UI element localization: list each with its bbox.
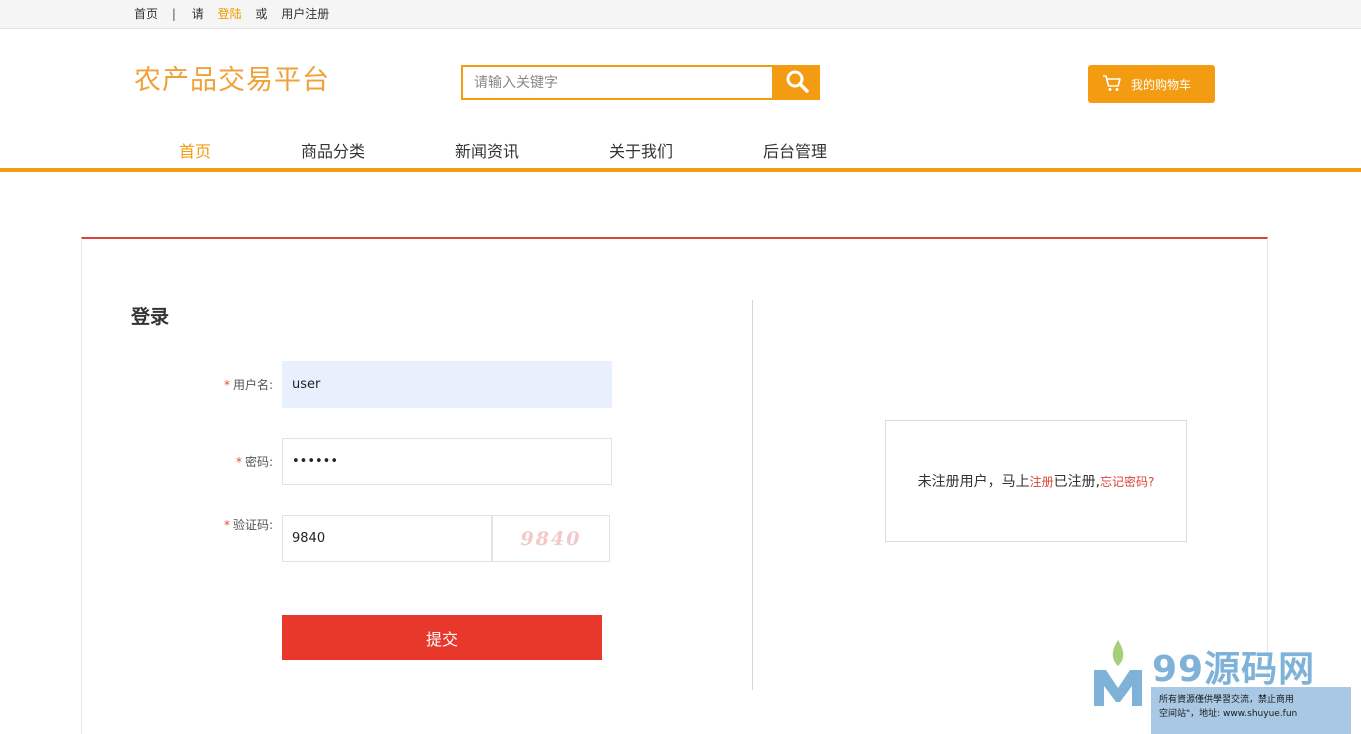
cart-button[interactable]: 我的购物车: [1088, 65, 1215, 103]
required-mark: *: [224, 518, 230, 532]
nav-item-about[interactable]: 关于我们: [609, 138, 673, 162]
nav-item-news[interactable]: 新闻资讯: [455, 138, 519, 162]
required-mark: *: [236, 455, 242, 469]
forgot-password-link[interactable]: 忘记密码?: [1100, 473, 1154, 490]
watermark-line-1: 所有資源僅供學習交流，禁止商用: [1159, 695, 1295, 705]
top-bar: 首页 | 请 登陆 或 用户注册: [0, 0, 1361, 29]
captcha-label-text: 验证码:: [233, 518, 274, 532]
nav-item-home[interactable]: 首页: [179, 138, 211, 162]
info-text-before: 未注册用户，马上: [917, 474, 1030, 490]
watermark-brand: 99源码网: [1152, 649, 1316, 690]
nav-item-categories[interactable]: 商品分类: [301, 138, 365, 162]
password-label: * 密码:: [236, 453, 273, 470]
nav-item-admin[interactable]: 后台管理: [763, 138, 827, 162]
top-please-text: 请: [191, 7, 204, 21]
register-info-box: 未注册用户，马上 注册 已注册, 忘记密码?: [885, 420, 1187, 542]
top-links: 首页 | 请 登陆 或 用户注册: [134, 5, 339, 22]
cart-label: 我的购物车: [1131, 77, 1192, 92]
username-input[interactable]: [282, 361, 612, 408]
top-register-link[interactable]: 用户注册: [281, 7, 329, 21]
submit-button[interactable]: 提交: [282, 615, 602, 660]
main-nav: 首页 商品分类 新闻资讯 关于我们 后台管理: [0, 136, 1361, 172]
cart-icon: [1102, 74, 1131, 95]
username-label: * 用户名:: [224, 376, 273, 393]
top-home-link[interactable]: 首页: [134, 7, 158, 21]
register-link[interactable]: 注册: [1030, 473, 1054, 490]
watermark-banner: 所有資源僅供學習交流，禁止商用 空间站"，地址: www.shuyue.fun: [1151, 687, 1351, 734]
login-title: 登录: [131, 306, 170, 328]
info-text-middle: 已注册,: [1053, 474, 1101, 490]
captcha-input[interactable]: [282, 515, 492, 562]
watermark-line-2: 空间站"，地址: www.shuyue.fun: [1159, 709, 1298, 719]
top-login-link[interactable]: 登陆: [218, 7, 242, 21]
captcha-label: * 验证码:: [224, 516, 273, 533]
username-label-text: 用户名:: [233, 378, 274, 392]
search-button[interactable]: [774, 65, 820, 100]
search-bar: [461, 65, 820, 100]
required-mark: *: [224, 378, 230, 392]
site-logo[interactable]: 农产品交易平台: [134, 58, 330, 97]
captcha-image[interactable]: 9840: [492, 515, 610, 562]
password-input[interactable]: [282, 438, 612, 485]
search-input[interactable]: [461, 65, 774, 100]
watermark-logo-icon: [1088, 636, 1148, 708]
top-separator: |: [171, 7, 176, 21]
search-icon: [785, 69, 809, 96]
top-or-text: 或: [255, 7, 268, 21]
panel-divider: [752, 300, 753, 690]
password-label-text: 密码:: [245, 455, 274, 469]
